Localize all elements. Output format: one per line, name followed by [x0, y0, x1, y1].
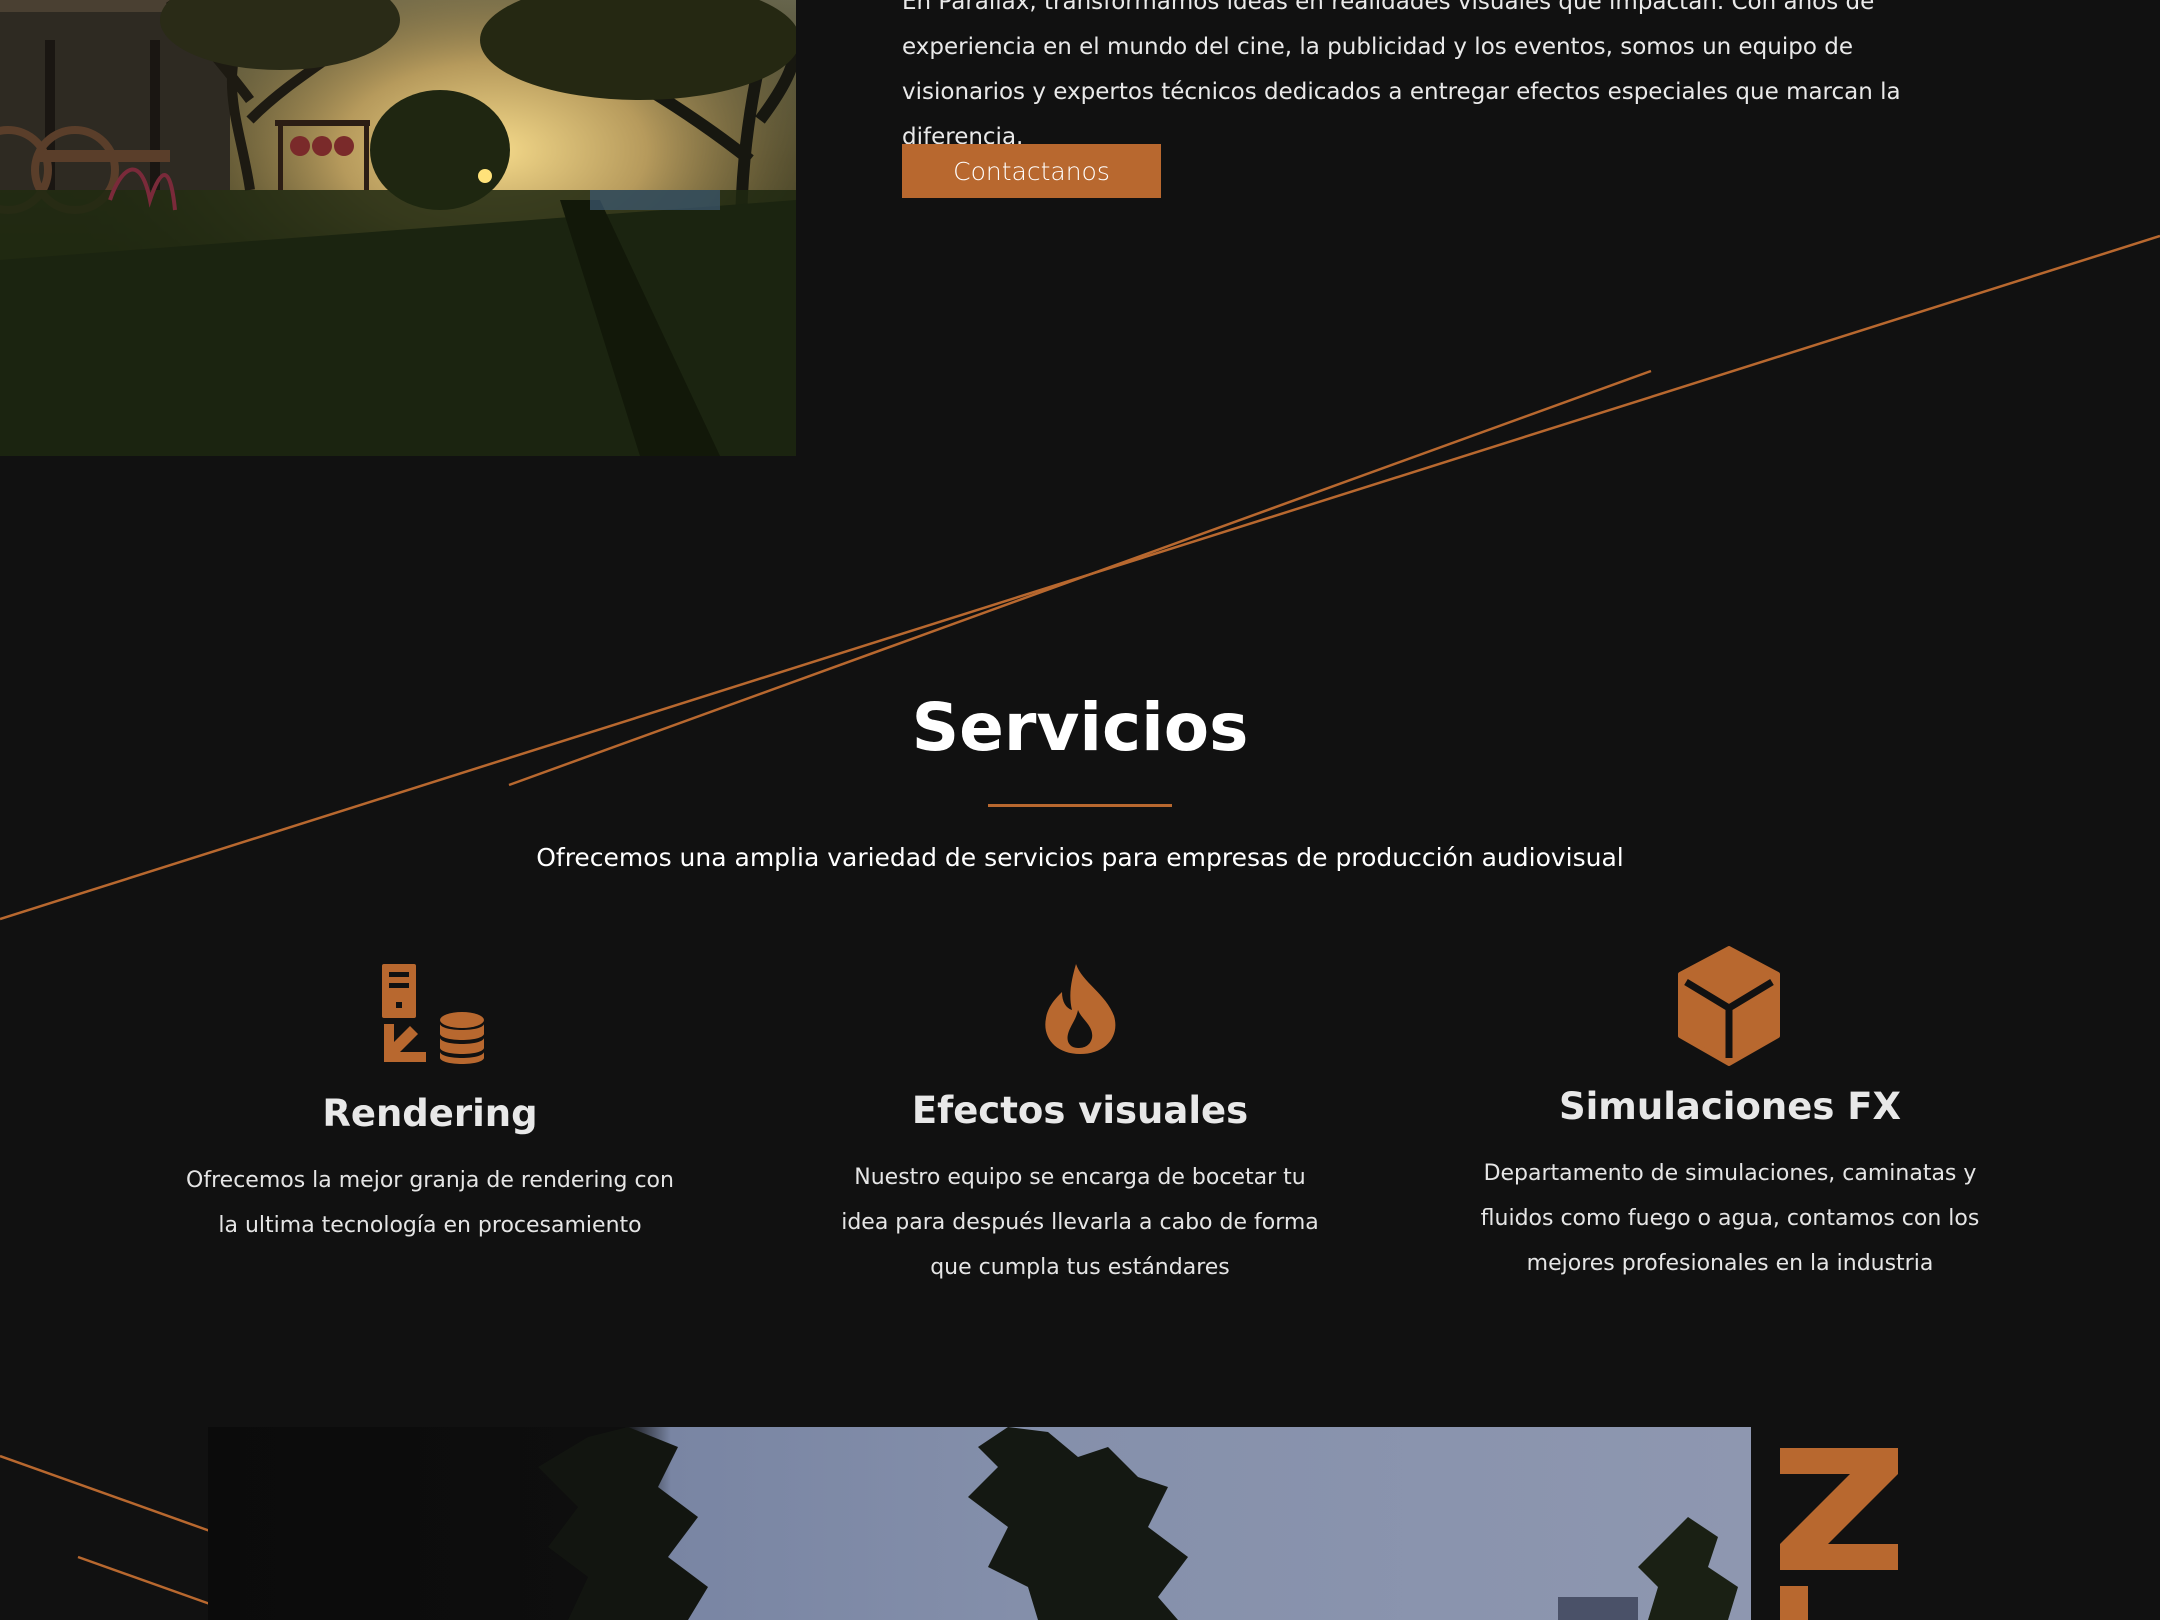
about-paragraph: En Parallax, transformamos ideas en real… — [902, 0, 1901, 150]
forest-scene-illustration — [538, 1427, 1738, 1620]
service-description: Ofrecemos la mejor granja de rendering c… — [186, 1168, 674, 1238]
services-subtitle: Ofrecemos una amplia variedad de servici… — [536, 843, 1624, 872]
service-title: Efectos visuales — [911, 1089, 1249, 1132]
service-title: Simulaciones FX — [1558, 1085, 1902, 1128]
gallery-image — [208, 1427, 1751, 1620]
title-underline — [988, 804, 1172, 807]
service-card-simulaciones-fx: Simulaciones FX Departamento de simulaci… — [1480, 940, 1980, 1280]
service-card-rendering: Rendering Ofrecemos la mejor granja de r… — [180, 950, 680, 1250]
sunset-scene-illustration — [0, 0, 796, 456]
fire-icon — [1045, 964, 1116, 1054]
service-title: Rendering — [322, 1092, 538, 1135]
server-database-icon — [382, 964, 484, 1064]
diagonal-line — [0, 1454, 211, 1533]
contact-button[interactable]: Contactanos — [902, 144, 1161, 198]
services-title: Servicios — [911, 689, 1249, 766]
partial-heading-graphic — [1780, 1448, 1898, 1620]
service-card-efectos-visuales: Efectos visuales Nuestro equipo se encar… — [830, 950, 1330, 1290]
hero-image — [0, 0, 796, 456]
cube-icon — [1678, 946, 1780, 1066]
service-description: Departamento de simulaciones, caminatas … — [1480, 1161, 1980, 1276]
diagonal-line — [77, 1555, 211, 1606]
service-description: Nuestro equipo se encarga de bocetar tu … — [841, 1165, 1319, 1280]
